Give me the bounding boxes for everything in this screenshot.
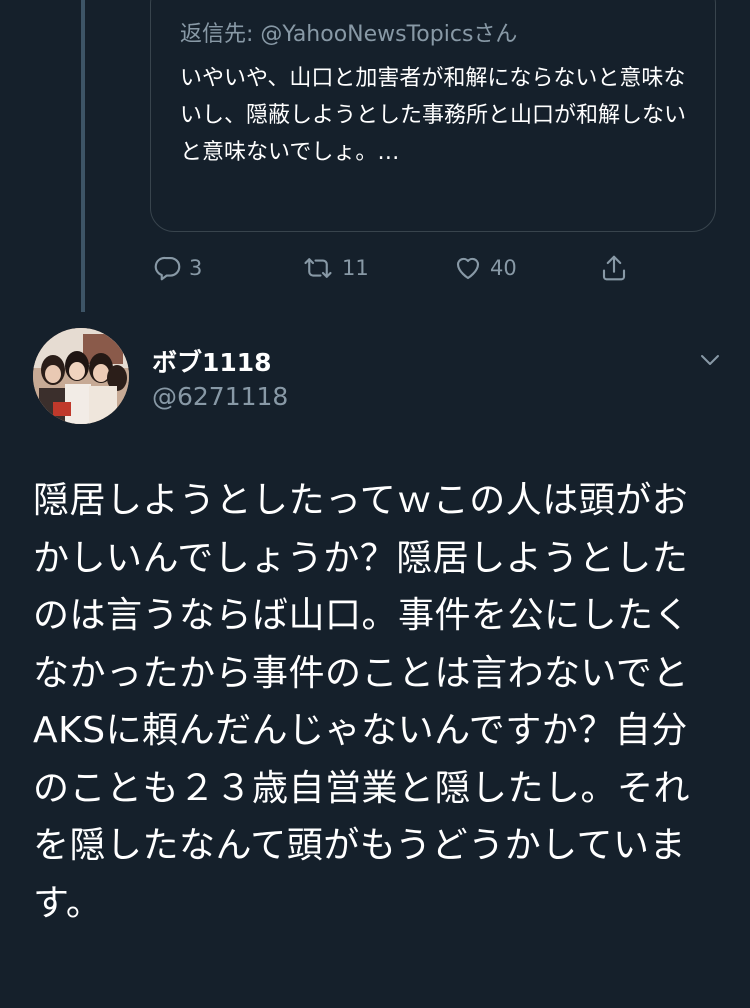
avatar-photo (33, 328, 129, 424)
like-icon (456, 257, 480, 280)
display-name[interactable]: ボブ1118 (152, 343, 272, 379)
retweet-count: 11 (342, 256, 369, 280)
share-icon (602, 255, 626, 281)
reply-icon (154, 256, 181, 281)
reply-button[interactable]: 3 (153, 250, 202, 286)
retweet-icon (304, 258, 332, 278)
avatar[interactable] (33, 328, 129, 424)
user-handle[interactable]: @6271118 (152, 382, 288, 411)
share-button[interactable] (599, 250, 629, 286)
chevron-down-icon[interactable] (696, 348, 724, 372)
quoted-tweet-text: いやいや、山口と加害者が和解にならないと意味ないし、隠蔽しようとした事務所と山口… (180, 66, 687, 165)
tweet-actions-bar: 3 11 40 (0, 250, 750, 290)
like-count: 40 (490, 256, 517, 280)
retweet-button[interactable]: 11 (300, 250, 369, 286)
tweet-text: 隠居しようとしたってｗこの人は頭がおかしいんでしょうか？隠居しようとしたのは言う… (33, 480, 691, 924)
reply-count: 3 (189, 256, 203, 280)
like-button[interactable]: 40 (452, 250, 517, 286)
reply-to-label[interactable]: 返信先: @YahooNewsTopicsさん (180, 16, 517, 48)
